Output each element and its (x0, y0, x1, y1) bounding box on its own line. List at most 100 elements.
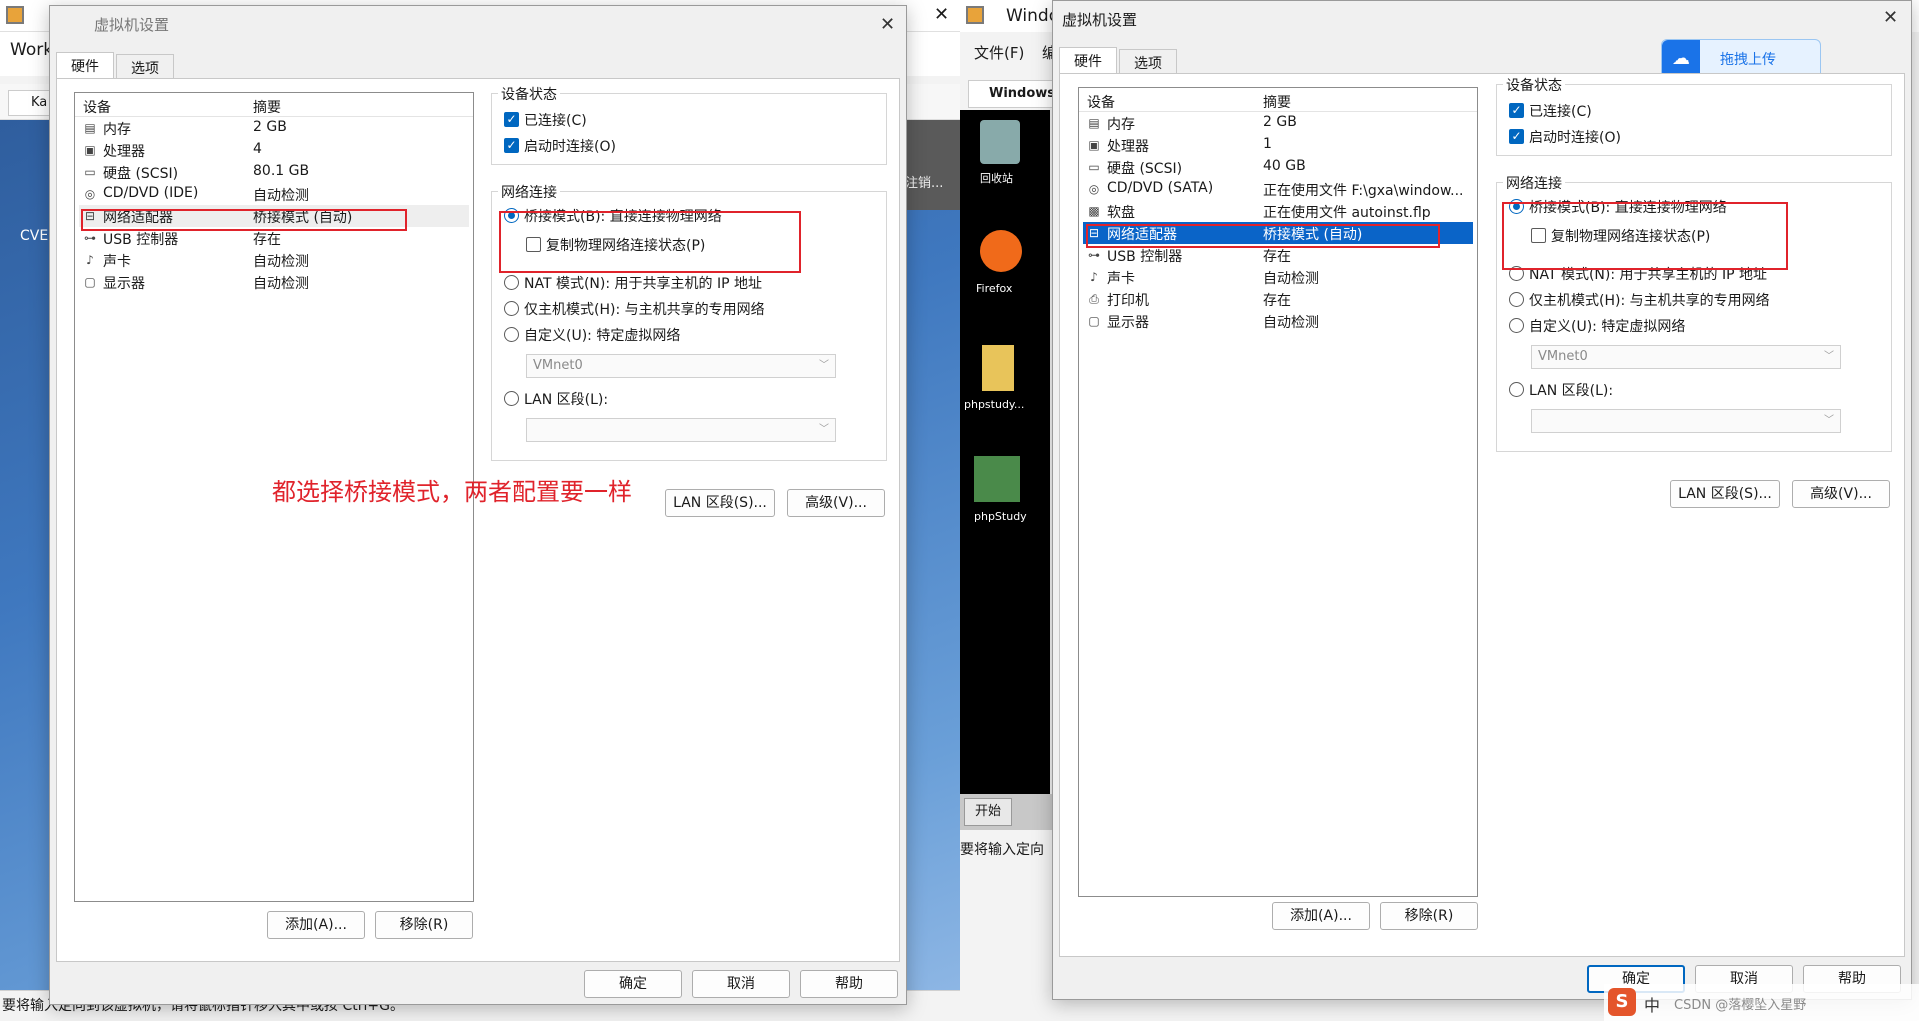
device-status-group: 设备状态 ✓ 已连接(C) ✓ 启动时连接(O) (1496, 75, 1892, 156)
tab-hardware[interactable]: 硬件 (56, 52, 114, 78)
custom-network-select[interactable]: VMnet0 ﹀ (1531, 345, 1841, 369)
advanced-button[interactable]: 高级(V)... (787, 489, 885, 517)
cancel-button[interactable]: 取消 (692, 970, 790, 998)
dialog-close-icon[interactable]: ✕ (1883, 7, 1898, 28)
device-row-printer[interactable]: ⎙ 打印机 存在 (1083, 288, 1473, 310)
highlight-bridged-option (499, 211, 801, 273)
guest-taskbar: 开始 (960, 794, 1060, 830)
connected-label: 已连接(C) (1529, 104, 1592, 120)
ime-toolbar: S 中 CSDN @落樱坠入星野 (1604, 984, 1919, 1021)
help-button[interactable]: 帮助 (800, 970, 898, 998)
remove-device-button[interactable]: 移除(R) (1380, 902, 1478, 930)
host-only-label: 仅主机模式(H): 与主机共享的专用网络 (1529, 293, 1770, 309)
floppy-icon: ▩ (1088, 204, 1100, 218)
highlight-network-row (81, 209, 407, 231)
device-row-memory[interactable]: ▤ 内存 2 GB (79, 117, 469, 139)
desktop-icon-label: Firefox (976, 282, 1013, 295)
host-only-radio[interactable] (504, 301, 519, 316)
device-row-cdrom[interactable]: ◎ CD/DVD (SATA) 正在使用文件 F:\gxa\window... (1083, 178, 1473, 200)
connected-checkbox[interactable]: ✓ (1509, 103, 1524, 118)
watermark-text: CSDN @落樱坠入星野 (1674, 998, 1807, 1013)
dialog-close-icon[interactable]: ✕ (880, 14, 895, 35)
usb-icon: ⊶ (1088, 248, 1100, 262)
display-icon: ▢ (1088, 314, 1100, 328)
hardware-panel: 设备 摘要 ▤ 内存 2 GB ▣ 处理器 1 ▭ 硬盘 (SCSI) 40 G… (1059, 73, 1905, 957)
add-device-button[interactable]: 添加(A)... (1272, 902, 1370, 930)
device-list[interactable]: 设备 摘要 ▤ 内存 2 GB ▣ 处理器 1 ▭ 硬盘 (SCSI) 40 G… (1078, 87, 1478, 897)
right-vm-tab[interactable]: Windows (968, 80, 1058, 108)
vmware-app-icon (6, 6, 24, 24)
firefox-icon[interactable] (980, 230, 1022, 272)
device-row-harddisk[interactable]: ▭ 硬盘 (SCSI) 80.1 GB (79, 161, 469, 183)
chevron-down-icon: ﹀ (1824, 415, 1834, 426)
column-device: 设备 (1087, 95, 1115, 111)
device-row-cdrom[interactable]: ◎ CD/DVD (IDE) 自动检测 (79, 183, 469, 205)
connect-at-power-on-checkbox[interactable]: ✓ (504, 138, 519, 153)
lan-segment-radio[interactable] (1509, 382, 1524, 397)
desktop-icon-label: phpStudy (974, 510, 1027, 523)
tab-hardware[interactable]: 硬件 (1059, 47, 1117, 73)
hardware-panel: 设备 摘要 ▤ 内存 2 GB ▣ 处理器 4 ▭ 硬盘 (SCSI) 80.1… (56, 78, 900, 962)
device-row-display[interactable]: ▢ 显示器 自动检测 (79, 271, 469, 293)
disk-icon: ▭ (84, 165, 96, 179)
recycle-bin-icon[interactable] (980, 120, 1020, 164)
nat-radio[interactable] (504, 275, 519, 290)
device-row-sound[interactable]: ♪ 声卡 自动检测 (1083, 266, 1473, 288)
vmware-app-icon-right (966, 6, 984, 24)
device-row-harddisk[interactable]: ▭ 硬盘 (SCSI) 40 GB (1083, 156, 1473, 178)
folder-icon[interactable] (982, 345, 1014, 391)
chevron-down-icon: ﹀ (1824, 351, 1834, 362)
lan-segment-select[interactable]: ﹀ (1531, 409, 1841, 433)
left-guest-side-text: CVE (20, 228, 49, 244)
lan-segment-label: LAN 区段(L): (524, 392, 609, 408)
remove-device-button[interactable]: 移除(R) (375, 911, 473, 939)
custom-radio[interactable] (504, 327, 519, 342)
ime-mode-label[interactable]: 中 (1644, 992, 1660, 1016)
connected-label: 已连接(C) (524, 113, 587, 129)
dialog-title: 虚拟机设置 (1062, 11, 1138, 29)
device-status-group: 设备状态 ✓ 已连接(C) ✓ 启动时连接(O) (491, 84, 887, 165)
disk-icon: ▭ (1088, 160, 1100, 174)
connect-at-power-on-label: 启动时连接(O) (1529, 130, 1621, 146)
column-summary: 摘要 (1263, 95, 1291, 111)
tab-options[interactable]: 选项 (116, 54, 174, 80)
tab-options[interactable]: 选项 (1119, 49, 1177, 75)
printer-icon: ⎙ (1089, 292, 1099, 306)
device-row-memory[interactable]: ▤ 内存 2 GB (1083, 112, 1473, 134)
nat-label: NAT 模式(N): 用于共享主机的 IP 地址 (524, 276, 762, 292)
right-menu-file[interactable]: 文件(F) (974, 42, 1024, 63)
device-row-sound[interactable]: ♪ 声卡 自动检测 (79, 249, 469, 271)
lan-segments-button[interactable]: LAN 区段(S)... (665, 489, 775, 517)
lan-segment-select[interactable]: ﹀ (526, 418, 836, 442)
upload-badge-label: 拖拽上传 (1720, 52, 1776, 68)
connected-checkbox[interactable]: ✓ (504, 112, 519, 127)
dialog-title: 虚拟机设置 (94, 16, 170, 34)
lan-segment-radio[interactable] (504, 391, 519, 406)
ok-button[interactable]: 确定 (584, 970, 682, 998)
device-row-processor[interactable]: ▣ 处理器 1 (1083, 134, 1473, 156)
custom-label: 自定义(U): 特定虚拟网络 (524, 328, 681, 344)
highlight-network-row (1086, 224, 1440, 248)
custom-radio[interactable] (1509, 318, 1524, 333)
right-guest-desktop[interactable]: 回收站 Firefox phpstudy... phpStudy (960, 110, 1050, 830)
connect-at-power-on-checkbox[interactable]: ✓ (1509, 129, 1524, 144)
start-button[interactable]: 开始 (964, 798, 1012, 826)
device-row-display[interactable]: ▢ 显示器 自动检测 (1083, 310, 1473, 332)
lan-segments-button[interactable]: LAN 区段(S)... (1670, 480, 1780, 508)
device-status-label: 设备状态 (498, 84, 560, 104)
device-row-floppy[interactable]: ▩ 软盘 正在使用文件 autoinst.flp (1083, 200, 1473, 222)
phpstudy-icon[interactable] (974, 456, 1020, 502)
sogou-ime-icon[interactable]: S (1608, 988, 1636, 1016)
device-row-processor[interactable]: ▣ 处理器 4 (79, 139, 469, 161)
chevron-down-icon: ﹀ (819, 424, 829, 435)
custom-network-select[interactable]: VMnet0 ﹀ (526, 354, 836, 378)
advanced-button[interactable]: 高级(V)... (1792, 480, 1890, 508)
left-app-close-icon[interactable]: ✕ (934, 4, 949, 25)
cdrom-icon: ◎ (84, 187, 96, 201)
cdrom-icon: ◎ (1088, 182, 1100, 196)
add-device-button[interactable]: 添加(A)... (267, 911, 365, 939)
host-only-label: 仅主机模式(H): 与主机共享的专用网络 (524, 302, 765, 318)
usb-icon: ⊶ (84, 231, 96, 245)
memory-icon: ▤ (1088, 116, 1100, 130)
host-only-radio[interactable] (1509, 292, 1524, 307)
